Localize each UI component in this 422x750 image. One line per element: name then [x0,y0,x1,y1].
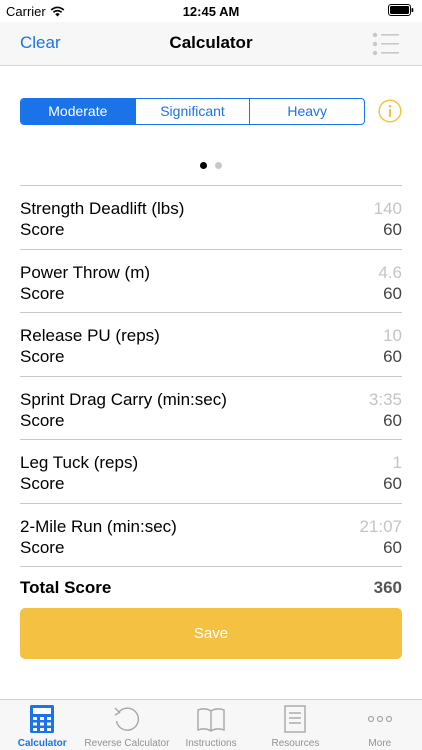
score-value: 60 [383,537,402,557]
page-control[interactable] [0,162,422,169]
reverse-icon [114,707,139,731]
score-label: Score [20,283,65,303]
intensity-segmented-control: Moderate Significant Heavy [20,98,365,125]
event-value-input[interactable]: 4.6 [378,263,402,283]
document-icon [284,705,307,733]
segment-moderate[interactable]: Moderate [21,99,135,124]
battery-icon [388,4,414,16]
save-button[interactable]: Save [20,608,402,659]
total-score-label: Total Score [20,578,112,597]
event-value-input[interactable]: 3:35 [369,390,402,410]
tab-reverse-calculator[interactable]: Reverse Calculator [84,700,170,750]
event-value-input[interactable]: 140 [374,199,402,219]
tab-label: Calculator [17,738,67,749]
tab-resources[interactable]: Resources [253,700,337,750]
score-value: 60 [383,347,402,366]
page-dot-1[interactable] [200,162,207,169]
event-name: Power Throw (m) [20,262,151,282]
event-name: Release PU (reps) [20,326,160,345]
navigation-bar: Clear Calculator [0,22,422,66]
list-icon[interactable] [370,28,402,60]
tab-more[interactable]: More [338,700,422,750]
calculator-icon [30,705,55,733]
status-time: 12:45 AM [182,4,240,19]
score-label: Score [20,410,65,430]
tab-calculator[interactable]: Calculator [0,700,84,750]
segment-significant[interactable]: Significant [134,99,250,124]
score-value: 60 [383,283,402,303]
event-row-leg-tuck[interactable]: Leg Tuck (reps) 1 Score 60 [20,440,402,504]
status-right [388,4,414,16]
event-value-input[interactable]: 21:07 [359,517,402,537]
tab-label: More [368,738,392,749]
event-name: Strength Deadlift (lbs) [20,199,185,218]
score-value: 60 [383,220,402,239]
event-value-input[interactable]: 1 [393,453,402,473]
tab-label: Instructions [185,738,237,749]
score-label: Score [20,347,65,366]
event-row-power-throw[interactable]: Power Throw (m) 4.6 Score 60 [20,250,402,313]
page-dot-2[interactable] [215,162,222,169]
event-name: 2-Mile Run (min:sec) [20,516,177,536]
total-score-row: Total Score 360 [20,576,402,600]
event-row-release-pu[interactable]: Release PU (reps) 10 Score 60 [20,313,402,377]
events-list: Strength Deadlift (lbs) 140 Score 60 Pow… [20,185,402,567]
tab-label: Reverse Calculator [84,738,170,749]
more-icon [367,715,392,723]
book-icon [197,708,225,732]
tab-bar: Calculator Reverse Calculator Instructio… [0,699,422,750]
event-row-deadlift[interactable]: Strength Deadlift (lbs) 140 Score 60 [20,186,402,250]
tab-label: Resources [271,738,320,749]
info-icon[interactable] [378,99,402,123]
score-label: Score [20,537,65,557]
segment-heavy[interactable]: Heavy [249,99,364,124]
score-label: Score [20,474,65,493]
score-label: Score [20,220,65,239]
page-title: Calculator [169,33,253,52]
tab-instructions[interactable]: Instructions [169,700,253,750]
event-row-sprint-drag-carry[interactable]: Sprint Drag Carry (min:sec) 3:35 Score 6… [20,377,402,440]
event-name: Sprint Drag Carry (min:sec) [20,389,227,409]
event-row-two-mile-run[interactable]: 2-Mile Run (min:sec) 21:07 Score 60 [20,504,402,567]
event-value-input[interactable]: 10 [383,326,402,346]
score-value: 60 [383,410,402,430]
status-bar: Carrier 12:45 AM [0,0,422,22]
event-name: Leg Tuck (reps) [20,453,139,472]
score-value: 60 [383,474,402,493]
total-score-value: 360 [373,578,402,597]
